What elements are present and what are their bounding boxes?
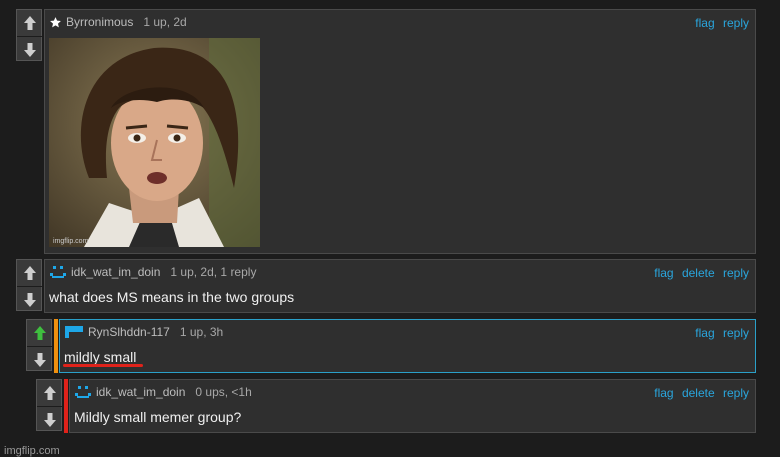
avatar-smiley-icon: [75, 386, 91, 398]
flag-link[interactable]: flag: [654, 266, 673, 280]
comment-3: RynSlhddn-117 1 up, 3h flag reply mildly…: [26, 319, 756, 373]
comment-2: idk_wat_im_doin 1 up, 2d, 1 reply flag d…: [16, 259, 756, 313]
comment-actions: flag delete reply: [649, 386, 749, 400]
meme-image[interactable]: imgflip.com: [49, 38, 260, 247]
comment-meta: 1 up, 3h: [179, 325, 224, 339]
reply-link[interactable]: reply: [723, 16, 749, 30]
comment-text: what does MS means in the two groups: [49, 289, 295, 305]
meme-watermark: imgflip.com: [53, 238, 89, 245]
arrow-up-icon: [24, 266, 36, 280]
comment-actions: flag reply: [690, 16, 749, 30]
comment-meta: 1 up, 2d, 1 reply: [170, 265, 257, 279]
reply-depth-stripe: [64, 379, 68, 433]
arrow-up-icon: [44, 386, 56, 400]
vote-box: [36, 379, 63, 432]
comment-header: RynSlhddn-117 1 up, 3h: [64, 323, 223, 341]
comment-header: Byrronimous 1 up, 2d: [49, 13, 187, 31]
comment-4: idk_wat_im_doin 0 ups, <1h flag delete r…: [36, 379, 756, 433]
comment-body: Byrronimous 1 up, 2d flag reply imgflip.…: [44, 9, 756, 254]
comment-body: idk_wat_im_doin 1 up, 2d, 1 reply flag d…: [44, 259, 756, 313]
star-icon: [50, 16, 61, 27]
upvote-button[interactable]: [17, 10, 43, 36]
comment-body: RynSlhddn-117 1 up, 3h flag reply mildly…: [59, 319, 756, 373]
arrow-down-icon: [44, 412, 56, 427]
flag-link[interactable]: flag: [654, 386, 673, 400]
arrow-up-icon: [34, 326, 46, 340]
flag-link[interactable]: flag: [695, 16, 714, 30]
delete-link[interactable]: delete: [682, 266, 715, 280]
downvote-button[interactable]: [27, 346, 53, 372]
upvote-button-active[interactable]: [27, 320, 53, 346]
downvote-button[interactable]: [17, 36, 43, 62]
username[interactable]: RynSlhddn-117: [88, 325, 170, 339]
downvote-button[interactable]: [37, 406, 63, 432]
conspiracy-keanu-meme-image: imgflip.com: [49, 38, 260, 247]
username[interactable]: Byrronimous: [66, 15, 133, 29]
reply-link[interactable]: reply: [723, 386, 749, 400]
vote-box: [16, 9, 43, 62]
arrow-down-icon: [24, 42, 36, 57]
comment-1: Byrronimous 1 up, 2d flag reply imgflip.…: [16, 9, 756, 254]
comment-meta: 0 ups, <1h: [195, 385, 252, 399]
reply-depth-stripe: [54, 319, 58, 373]
comment-text: mildly small: [64, 349, 137, 365]
comment-body: idk_wat_im_doin 0 ups, <1h flag delete r…: [69, 379, 756, 433]
arrow-down-icon: [24, 292, 36, 307]
comment-meta: 1 up, 2d: [143, 15, 187, 29]
username[interactable]: idk_wat_im_doin: [71, 265, 160, 279]
reply-link[interactable]: reply: [723, 266, 749, 280]
vote-box: [16, 259, 43, 312]
comment-header: idk_wat_im_doin 0 ups, <1h: [74, 383, 252, 401]
delete-link[interactable]: delete: [682, 386, 715, 400]
comment-text: Mildly small memer group?: [74, 409, 242, 425]
arrow-down-icon: [34, 352, 46, 367]
reply-link[interactable]: reply: [723, 326, 749, 340]
username[interactable]: idk_wat_im_doin: [96, 385, 185, 399]
vote-box: [26, 319, 53, 372]
avatar-smiley-icon: [50, 266, 66, 278]
arrow-up-icon: [24, 16, 36, 30]
comment-header: idk_wat_im_doin 1 up, 2d, 1 reply: [49, 263, 256, 281]
avatar-flag-icon: [65, 326, 83, 338]
flag-link[interactable]: flag: [695, 326, 714, 340]
imgflip-watermark: imgflip.com: [4, 445, 60, 457]
upvote-button[interactable]: [37, 380, 63, 406]
comment-actions: flag delete reply: [649, 266, 749, 280]
upvote-button[interactable]: [17, 260, 43, 286]
downvote-button[interactable]: [17, 286, 43, 312]
comment-actions: flag reply: [690, 326, 749, 340]
red-annotation-underline: [63, 364, 143, 367]
